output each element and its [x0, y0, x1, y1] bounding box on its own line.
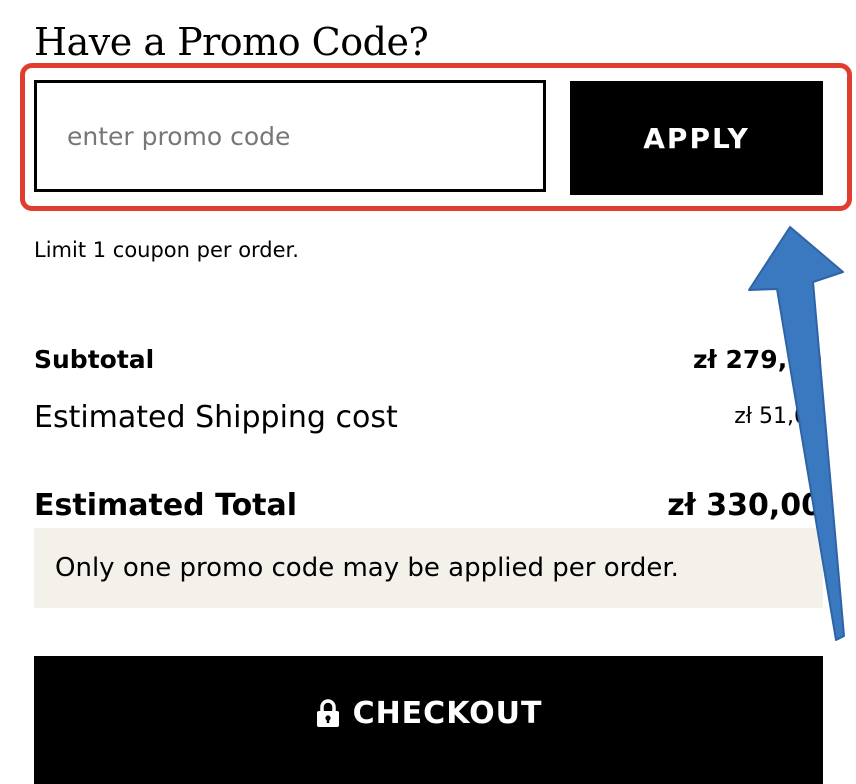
promo-notice: Only one promo code may be applied per o… [34, 528, 823, 608]
total-value: zł 330,00 [667, 488, 822, 523]
subtotal-label: Subtotal [34, 345, 155, 374]
apply-button[interactable]: APPLY [570, 81, 823, 195]
shipping-value: zł 51,00 [734, 404, 822, 429]
lock-icon [316, 699, 339, 727]
promo-code-input[interactable] [34, 80, 546, 192]
total-label: Estimated Total [34, 488, 298, 523]
checkout-button[interactable]: CHECKOUT [34, 656, 823, 784]
promo-notice-text: Only one promo code may be applied per o… [55, 553, 679, 583]
checkout-label: CHECKOUT [352, 695, 543, 731]
subtotal-value: zł 279,00 [692, 345, 822, 374]
coupon-limit-text: Limit 1 coupon per order. [34, 238, 299, 262]
promo-heading: Have a Promo Code? [34, 20, 429, 64]
shipping-label: Estimated Shipping cost [34, 400, 398, 435]
